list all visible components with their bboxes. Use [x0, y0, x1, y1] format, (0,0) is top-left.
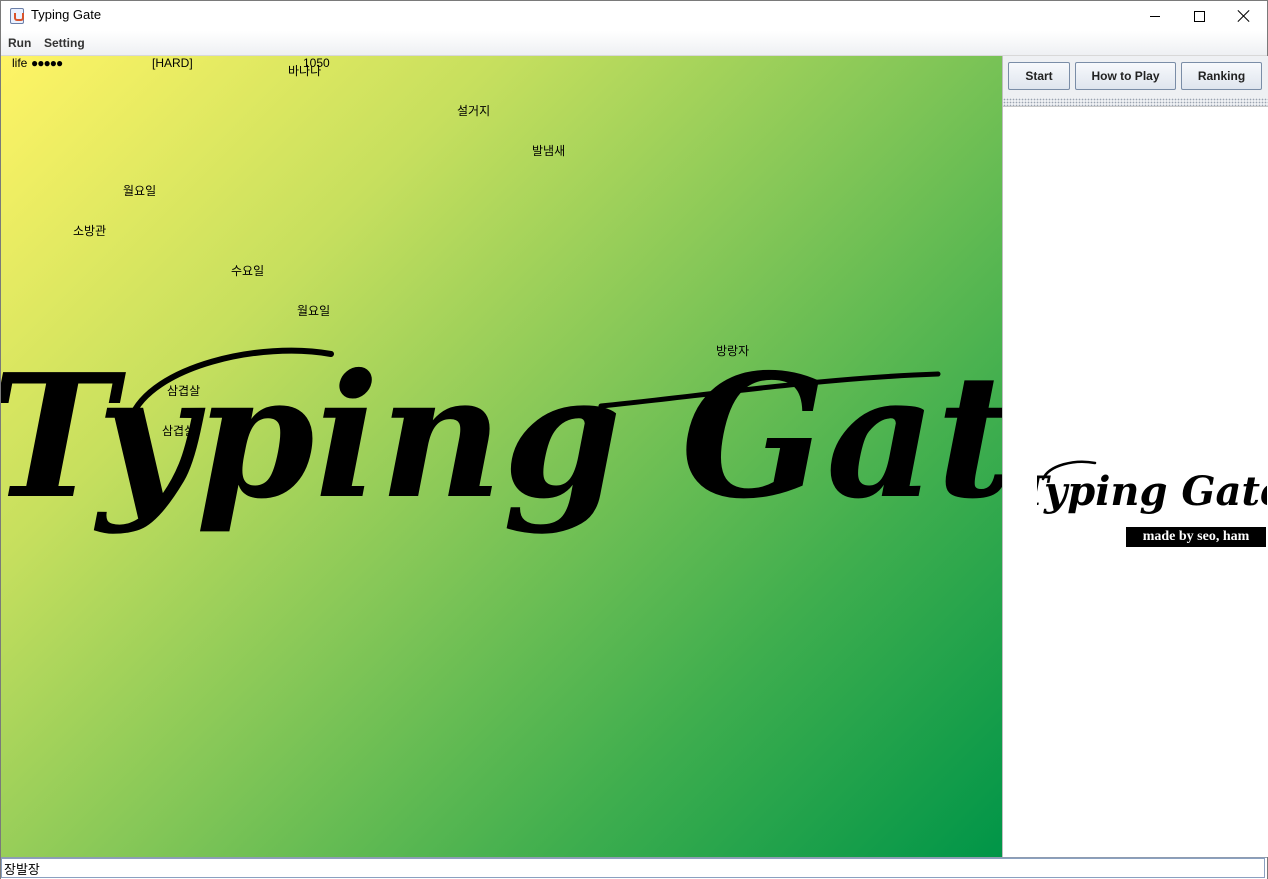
falling-word: 월요일 — [123, 184, 157, 198]
falling-word: 월요일 — [297, 304, 331, 318]
falling-word: 방랑자 — [716, 344, 750, 358]
window-title: Typing Gate — [31, 7, 102, 22]
game-panel: life ●●●●● [HARD] 1050 Typing Gate 바나나 설… — [1, 56, 1002, 857]
app-window: Typing Gate Run Setting life ●●●●● [HARD… — [0, 0, 1268, 879]
start-button[interactable]: Start — [1008, 62, 1070, 90]
maximize-icon — [1193, 10, 1205, 22]
side-panel: Start How to Play Ranking Typing Gate ma… — [1002, 56, 1268, 857]
typing-gate-logo: Typing Gate — [1, 337, 1002, 537]
button-toolbar: Start How to Play Ranking — [1003, 56, 1268, 98]
ranking-button[interactable]: Ranking — [1181, 62, 1262, 90]
maximize-button[interactable] — [1176, 1, 1222, 31]
falling-word: 설거지 — [457, 104, 491, 118]
input-bar — [1, 857, 1267, 879]
typing-input[interactable] — [1, 858, 1265, 878]
logo-text: Typing Gate — [1, 337, 1002, 537]
minimize-button[interactable] — [1132, 1, 1178, 31]
split-pane-divider[interactable] — [1003, 98, 1268, 107]
side-content: Typing Gate made by seo, ham — [1003, 107, 1268, 857]
falling-word: 발냄새 — [532, 144, 566, 158]
life-label: life — [12, 56, 28, 70]
menu-setting[interactable]: Setting — [44, 36, 85, 50]
title-bar: Typing Gate — [1, 1, 1267, 31]
falling-word: 바나나 — [288, 64, 322, 78]
close-button[interactable] — [1221, 1, 1267, 31]
life-indicator: ●●●●● — [31, 56, 63, 70]
falling-word: 삼겹살 — [167, 384, 201, 398]
falling-word: 소방관 — [73, 224, 107, 238]
java-app-icon — [10, 8, 24, 24]
difficulty-level: [HARD] — [152, 56, 193, 70]
falling-word: 수요일 — [231, 264, 265, 278]
small-logo-text: Typing Gate — [1037, 468, 1267, 515]
credit-label: made by seo, ham — [1126, 527, 1266, 547]
close-icon — [1238, 10, 1250, 22]
falling-word: 삼겹살 — [162, 424, 196, 438]
minimize-icon — [1150, 15, 1160, 17]
menu-bar: Run Setting — [1, 31, 1267, 56]
menu-run[interactable]: Run — [8, 36, 31, 50]
typing-gate-small-logo: Typing Gate — [1037, 460, 1267, 515]
how-to-play-button[interactable]: How to Play — [1075, 62, 1176, 90]
